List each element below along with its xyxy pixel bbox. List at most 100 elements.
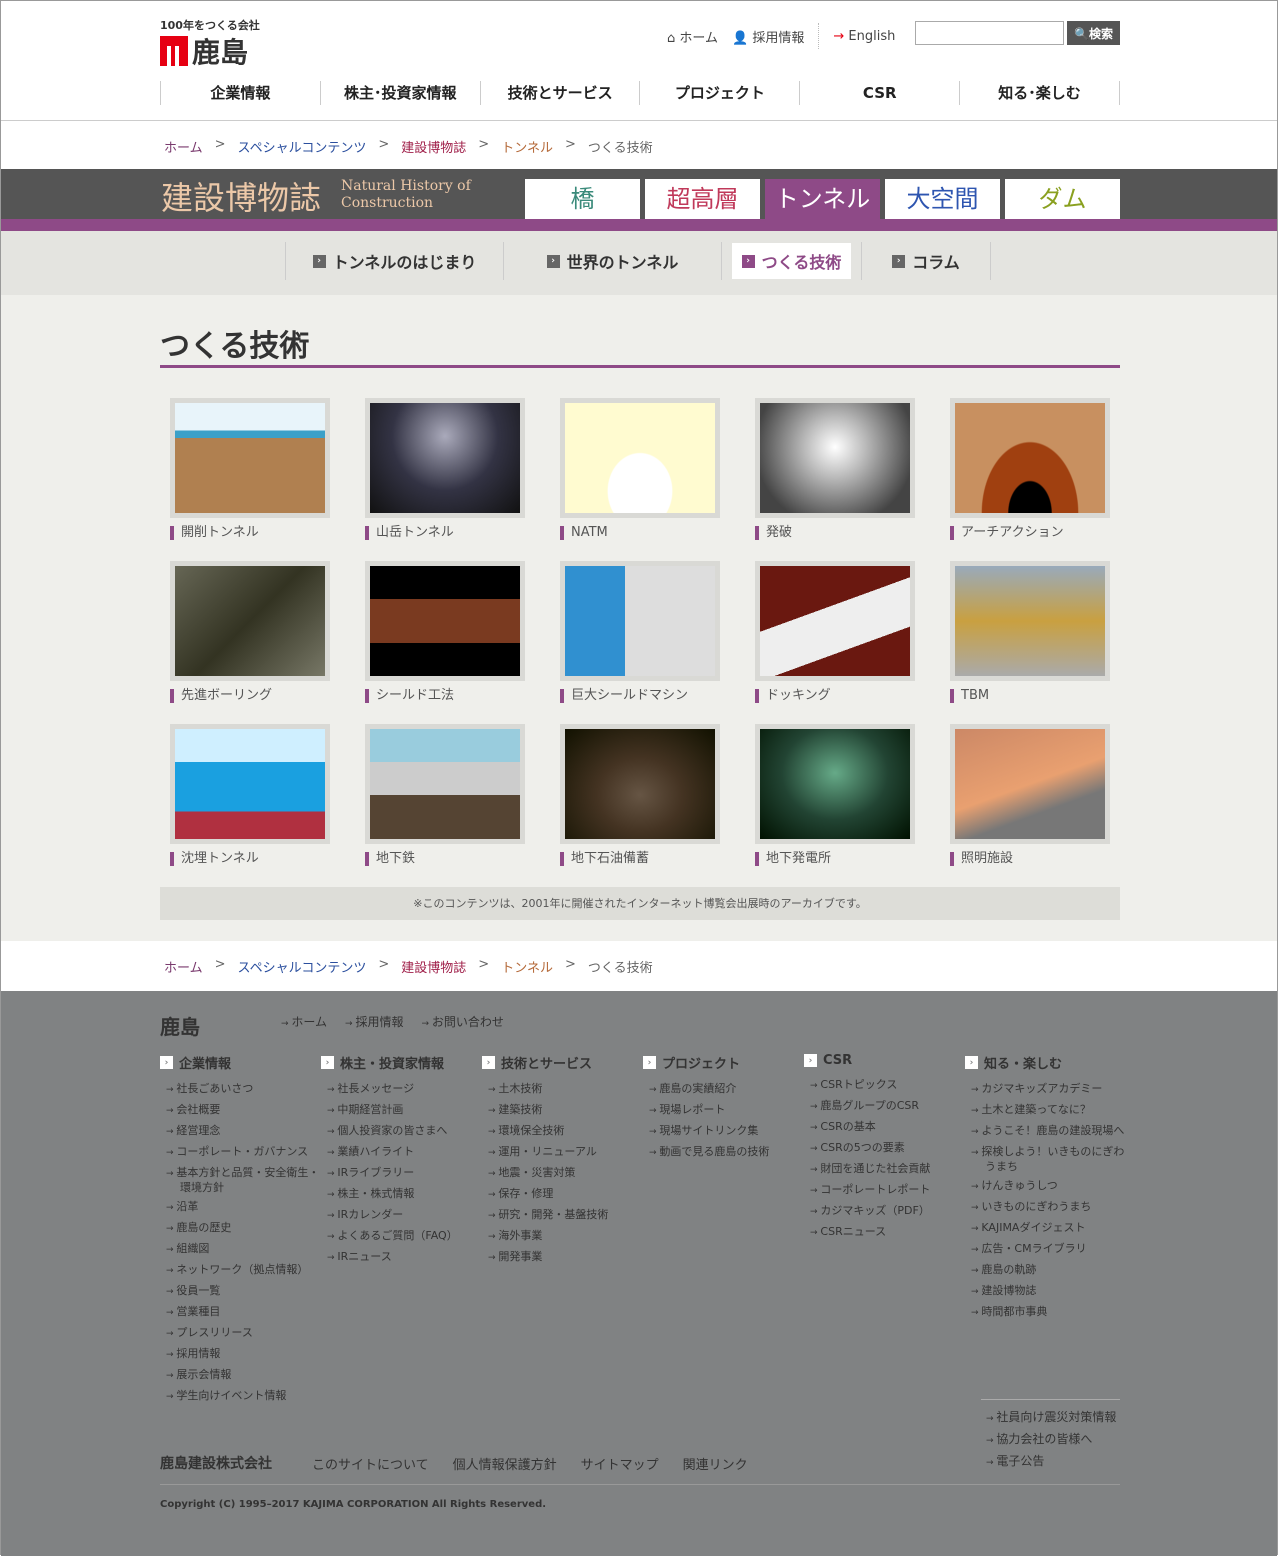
footer-column-title[interactable]: › 技術とサービス <box>482 1053 643 1072</box>
footer-item[interactable]: 運用・リニューアル <box>482 1145 643 1160</box>
footer-item[interactable]: 時間都市事典 <box>965 1305 1126 1320</box>
tile-item[interactable]: 山岳トンネル <box>365 398 525 540</box>
footer-bottom-link[interactable]: 関連リンク <box>683 1454 748 1473</box>
footer-item[interactable]: ネットワーク（拠点情報） <box>160 1263 321 1278</box>
footer-side-link[interactable]: 協力会社の皆様へ <box>981 1430 1120 1447</box>
breadcrumb-special[interactable]: スペシャルコンテンツ <box>238 957 367 976</box>
footer-item[interactable]: 海外事業 <box>482 1229 643 1244</box>
footer-link[interactable]: 採用情報 <box>355 1015 403 1029</box>
tab-4[interactable]: ダム <box>1005 179 1120 219</box>
tile-item[interactable]: ドッキング <box>755 561 915 703</box>
footer-item[interactable]: 中期経営計画 <box>321 1103 482 1118</box>
footer-item[interactable]: IRニュース <box>321 1250 482 1265</box>
footer-column-title[interactable]: › 企業情報 <box>160 1053 321 1072</box>
footer-item[interactable]: 研究・開発・基盤技術 <box>482 1208 643 1223</box>
footer-item[interactable]: 組織図 <box>160 1242 321 1257</box>
footer-item[interactable]: カジマキッズ（PDF） <box>804 1204 965 1219</box>
footer-item[interactable]: 個人投資家の皆さまへ <box>321 1124 482 1139</box>
logo[interactable]: 鹿島 <box>160 31 248 71</box>
footer-item[interactable]: 土木技術 <box>482 1082 643 1097</box>
footer-item[interactable]: IRライブラリー <box>321 1166 482 1181</box>
breadcrumb-tunnel[interactable]: トンネル <box>501 137 553 156</box>
footer-item[interactable]: 社長メッセージ <box>321 1082 482 1097</box>
footer-item[interactable]: IRカレンダー <box>321 1208 482 1223</box>
breadcrumb-museum[interactable]: 建設博物誌 <box>401 137 466 156</box>
footer-column-title[interactable]: › プロジェクト <box>643 1053 804 1072</box>
gnav-csr[interactable]: CSR <box>799 81 959 105</box>
footer-item[interactable]: いきものにぎわうまち <box>965 1200 1126 1215</box>
tile-item[interactable]: 地下鉄 <box>365 724 525 866</box>
tile-item[interactable]: 地下発電所 <box>755 724 915 866</box>
footer-item[interactable]: 保存・修理 <box>482 1187 643 1202</box>
tab-1[interactable]: 超高層 <box>645 179 760 219</box>
breadcrumb-home[interactable]: ホーム <box>164 137 203 156</box>
footer-item[interactable]: 学生向けイベント情報 <box>160 1389 321 1404</box>
footer-item[interactable]: 鹿島の歴史 <box>160 1221 321 1236</box>
breadcrumb-museum[interactable]: 建設博物誌 <box>401 957 466 976</box>
footer-item[interactable]: 役員一覧 <box>160 1284 321 1299</box>
gnav-enjoy[interactable]: 知る･楽しむ <box>959 81 1120 105</box>
tile-item[interactable]: 先進ボーリング <box>170 561 330 703</box>
footer-item[interactable]: 基本方針と品質・安全衛生・環境方針 <box>160 1166 321 1194</box>
footer-item[interactable]: カジマキッズアカデミー <box>965 1082 1126 1097</box>
footer-item[interactable]: CSRトピックス <box>804 1078 965 1093</box>
footer-item[interactable]: 業績ハイライト <box>321 1145 482 1160</box>
footer-item[interactable]: KAJIMAダイジェスト <box>965 1221 1126 1236</box>
footer-bottom-link[interactable]: 個人情報保護方針 <box>453 1454 557 1473</box>
footer-item[interactable]: 環境保全技術 <box>482 1124 643 1139</box>
footer-item[interactable]: 現場サイトリンク集 <box>643 1124 804 1139</box>
footer-item[interactable]: 土木と建築ってなに？ <box>965 1103 1126 1118</box>
footer-item[interactable]: 動画で見る鹿島の技術 <box>643 1145 804 1160</box>
breadcrumb-home[interactable]: ホーム <box>164 957 203 976</box>
util-recruit-link[interactable]: 👤 採用情報 <box>732 27 804 46</box>
footer-side-link[interactable]: 社員向け震災対策情報 <box>981 1408 1120 1425</box>
gnav-corporate[interactable]: 企業情報 <box>160 81 320 105</box>
tile-item[interactable]: 地下石油備蓄 <box>560 724 720 866</box>
tile-item[interactable]: 照明施設 <box>950 724 1110 866</box>
subnav-item-2[interactable]: › つくる技術 <box>721 242 861 280</box>
footer-item[interactable]: 営業種目 <box>160 1305 321 1320</box>
footer-link[interactable]: ホーム <box>291 1015 327 1029</box>
tile-item[interactable]: 沈埋トンネル <box>170 724 330 866</box>
tab-0[interactable]: 橋 <box>525 179 640 219</box>
footer-bottom-link[interactable]: このサイトについて <box>312 1454 429 1473</box>
footer-item[interactable]: 財団を通じた社会貢献 <box>804 1162 965 1177</box>
tile-item[interactable]: シールド工法 <box>365 561 525 703</box>
footer-item[interactable]: 採用情報 <box>160 1347 321 1362</box>
footer-item[interactable]: コーポレートレポート <box>804 1183 965 1198</box>
search-input[interactable] <box>915 21 1064 45</box>
footer-logo[interactable]: 鹿島 <box>160 1011 200 1040</box>
tile-item[interactable]: 発破 <box>755 398 915 540</box>
footer-item[interactable]: プレスリリース <box>160 1326 321 1341</box>
tab-3[interactable]: 大空間 <box>885 179 1000 219</box>
footer-item[interactable]: 地震・災害対策 <box>482 1166 643 1181</box>
footer-column-title[interactable]: › CSR <box>804 1053 965 1068</box>
footer-item[interactable]: CSRの5つの要素 <box>804 1141 965 1156</box>
footer-item[interactable]: 株主・株式情報 <box>321 1187 482 1202</box>
footer-item[interactable]: 鹿島の実績紹介 <box>643 1082 804 1097</box>
footer-item[interactable]: 探検しよう！いきものにぎわうまち <box>965 1145 1126 1173</box>
tile-item[interactable]: NATM <box>560 398 720 540</box>
footer-item[interactable]: 広告・CMライブラリ <box>965 1242 1126 1257</box>
tile-item[interactable]: アーチアクション <box>950 398 1110 540</box>
subnav-item-3[interactable]: › コラム <box>861 242 991 280</box>
gnav-ir[interactable]: 株主･投資家情報 <box>319 81 480 105</box>
tile-item[interactable]: 巨大シールドマシン <box>560 561 720 703</box>
footer-item[interactable]: 鹿島の軌跡 <box>965 1263 1126 1278</box>
footer-item[interactable]: 会社概要 <box>160 1103 321 1118</box>
footer-item[interactable]: 建築技術 <box>482 1103 643 1118</box>
footer-item[interactable]: 鹿島グループのCSR <box>804 1099 965 1114</box>
footer-column-title[interactable]: › 株主・投資家情報 <box>321 1053 482 1072</box>
gnav-tech[interactable]: 技術とサービス <box>479 81 640 105</box>
footer-item[interactable]: 開発事業 <box>482 1250 643 1265</box>
gnav-project[interactable]: プロジェクト <box>639 81 799 105</box>
util-english-link[interactable]: → English <box>833 29 895 44</box>
footer-item[interactable]: 展示会情報 <box>160 1368 321 1383</box>
footer-item[interactable]: CSRニュース <box>804 1225 965 1240</box>
footer-link[interactable]: お問い合わせ <box>432 1015 504 1029</box>
search-button[interactable]: 🔍検索 <box>1067 21 1120 45</box>
breadcrumb-special[interactable]: スペシャルコンテンツ <box>238 137 367 156</box>
footer-bottom-link[interactable]: サイトマップ <box>581 1454 659 1473</box>
breadcrumb-tunnel[interactable]: トンネル <box>501 957 553 976</box>
tab-2[interactable]: トンネル <box>765 179 880 219</box>
